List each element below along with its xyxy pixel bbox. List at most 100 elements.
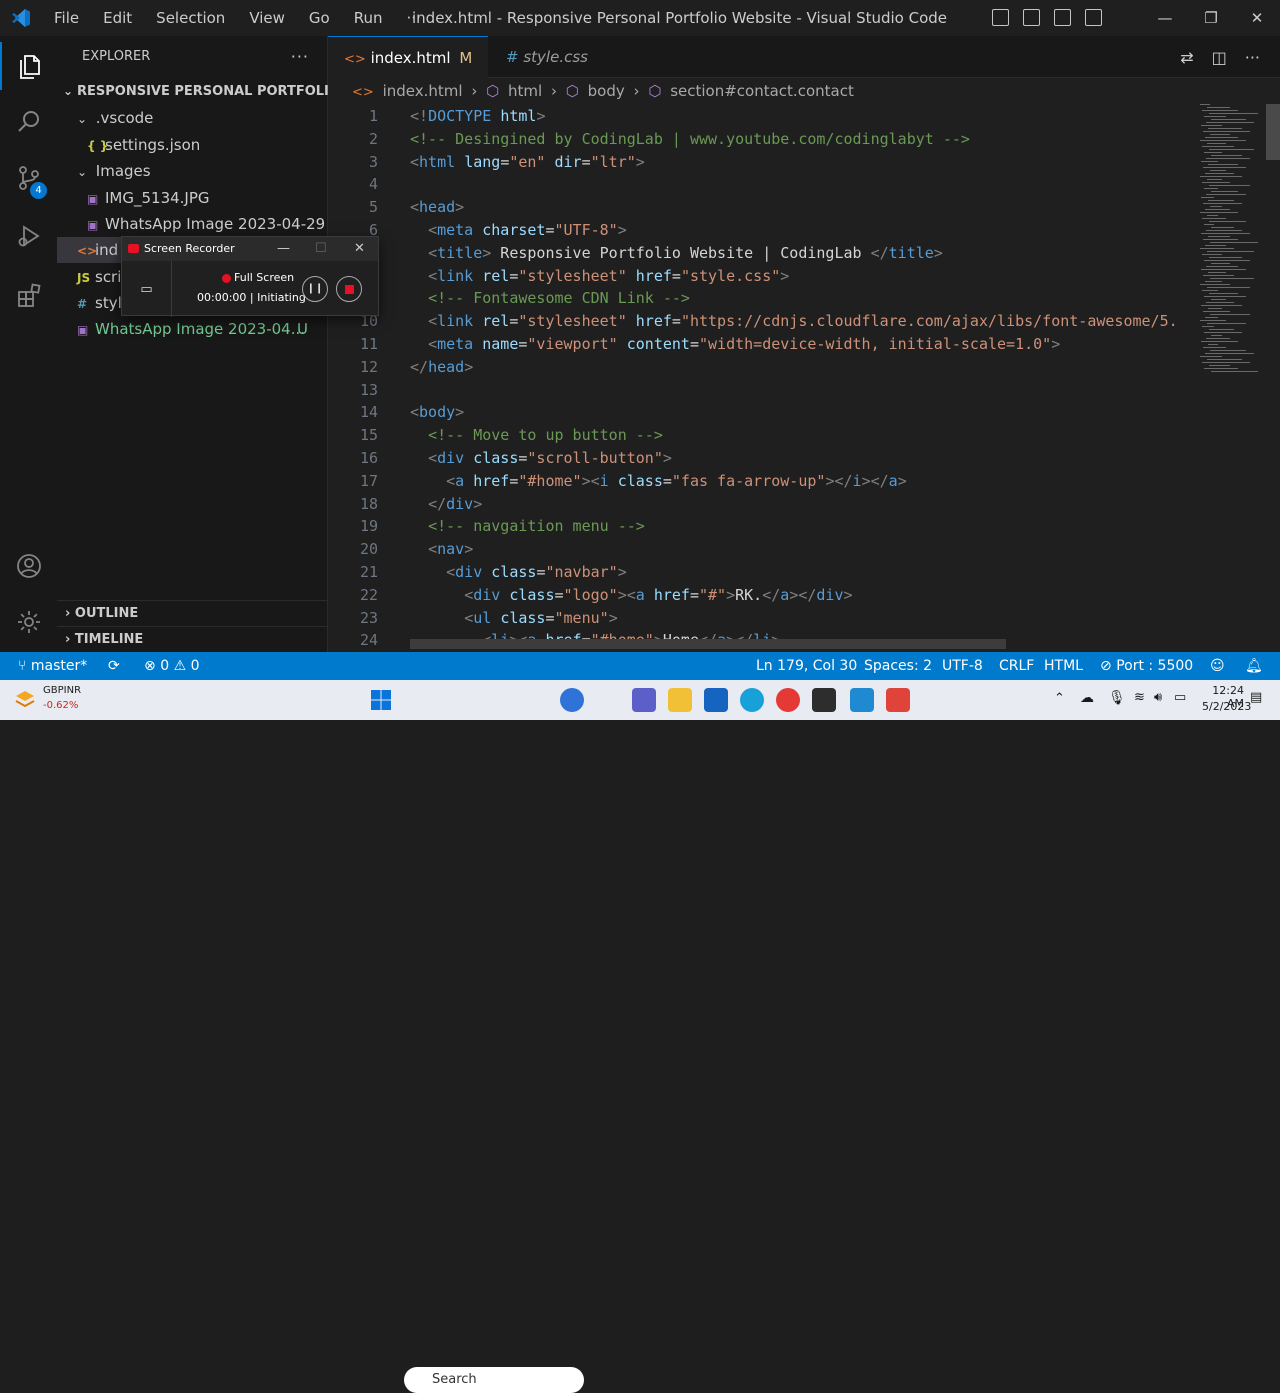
- code-line[interactable]: 5 <head>: [328, 196, 1198, 219]
- code-line[interactable]: 15 <!-- Move to up button -->: [328, 424, 1198, 447]
- pause-button[interactable]: ❙❙: [302, 276, 328, 302]
- customize-layout-icon[interactable]: [1085, 9, 1102, 26]
- stop-button[interactable]: [336, 276, 362, 302]
- editor-more-icon[interactable]: ···: [1245, 48, 1260, 67]
- code-line[interactable]: 4: [328, 173, 1198, 196]
- breadcrumb-body[interactable]: body: [588, 82, 625, 100]
- code-line[interactable]: 22 <div class="logo"><a href="#">RK.</a>…: [328, 584, 1198, 607]
- notification-center-icon[interactable]: ▤: [1250, 690, 1262, 705]
- toggle-primary-sidebar-icon[interactable]: [992, 9, 1009, 26]
- screen-recorder-taskbar-icon[interactable]: [886, 688, 910, 712]
- recorder-close-icon[interactable]: ✕: [354, 237, 365, 261]
- explorer-more-icon[interactable]: ···: [291, 36, 309, 78]
- code-editor[interactable]: 1 <!DOCTYPE html> 2 <!-- Desingined by Codi…: [328, 104, 1280, 652]
- line-ending[interactable]: CRLF: [999, 652, 1034, 680]
- code-line[interactable]: 20 <nav>: [328, 538, 1198, 561]
- manage-gear-icon[interactable]: [0, 598, 57, 646]
- compare-changes-icon[interactable]: ⇄: [1180, 48, 1193, 67]
- toggle-secondary-sidebar-icon[interactable]: [1054, 9, 1071, 26]
- indentation[interactable]: Spaces: 2: [864, 652, 932, 680]
- code-line[interactable]: 19 <!-- navgaition menu -->: [328, 515, 1198, 538]
- recorder-minimize-icon[interactable]: —: [277, 237, 290, 261]
- breadcrumb-section[interactable]: section#contact.contact: [670, 82, 854, 100]
- tree-file-settings-json[interactable]: { }settings.json: [57, 132, 328, 158]
- recording-mode[interactable]: Full Screen: [234, 271, 294, 284]
- sync-icon[interactable]: ⟳: [108, 652, 120, 680]
- code-line[interactable]: 16 <div class="scroll-button">: [328, 447, 1198, 470]
- code-line[interactable]: 1 <!DOCTYPE html>: [328, 105, 1198, 128]
- tree-file-whatsapp-image-1[interactable]: ▣ WhatsApp Image 2023-04-29 ...: [57, 211, 328, 237]
- menu-edit[interactable]: Edit: [91, 0, 144, 36]
- feedback-icon[interactable]: ☺: [1210, 652, 1225, 680]
- search-icon[interactable]: [0, 98, 57, 146]
- bing-icon[interactable]: [560, 688, 584, 712]
- encoding[interactable]: UTF-8: [942, 652, 983, 680]
- wifi-icon[interactable]: ≋: [1134, 690, 1145, 705]
- show-hidden-icons-chevron-icon[interactable]: ⌃: [1054, 691, 1065, 706]
- code-line[interactable]: 17 <a href="#home"><i class="fas fa-arro…: [328, 470, 1198, 493]
- stock-widget-icon[interactable]: [14, 688, 36, 710]
- store-icon[interactable]: [704, 688, 728, 712]
- vscode-logo-icon[interactable]: [0, 0, 42, 36]
- language-mode[interactable]: HTML: [1044, 652, 1083, 680]
- code-line[interactable]: 10 <link rel="stylesheet" href="https://…: [328, 310, 1198, 333]
- split-editor-icon[interactable]: ◫: [1212, 48, 1227, 67]
- source-control-icon[interactable]: 4: [0, 154, 57, 202]
- breadcrumb-file[interactable]: index.html: [383, 82, 463, 100]
- clock-date[interactable]: 5/2/2023: [1202, 700, 1251, 713]
- open-recordings-folder-icon[interactable]: ▭: [122, 261, 172, 317]
- code-line[interactable]: 23 <ul class="menu">: [328, 607, 1198, 630]
- extensions-icon[interactable]: [0, 272, 57, 320]
- minimize-icon[interactable]: —: [1142, 0, 1188, 36]
- stock-ticker[interactable]: GBPINR: [43, 685, 81, 696]
- vscode-taskbar-icon[interactable]: [850, 688, 874, 712]
- tree-file-img-5134[interactable]: ▣ IMG_5134.JPG: [57, 185, 328, 211]
- menu-run[interactable]: Run: [342, 0, 395, 36]
- menu-file[interactable]: File: [42, 0, 91, 36]
- workspace-root-folder[interactable]: ⌄RESPONSIVE PERSONAL PORTFOLIO ...: [57, 78, 328, 104]
- vertical-scrollbar[interactable]: [1266, 104, 1280, 652]
- accounts-icon[interactable]: [0, 542, 57, 590]
- code-line[interactable]: 12 </head>: [328, 356, 1198, 379]
- horizontal-scrollbar[interactable]: [410, 639, 1006, 649]
- code-line[interactable]: 7 <title> Responsive Portfolio Website |…: [328, 242, 1198, 265]
- menu-selection[interactable]: Selection: [144, 0, 237, 36]
- volume-icon[interactable]: 🔊︎: [1154, 690, 1162, 705]
- code-line[interactable]: 18 </div>: [328, 493, 1198, 516]
- tab-style-css[interactable]: # style.css: [490, 36, 630, 78]
- breadcrumb-html[interactable]: html: [508, 82, 542, 100]
- terminal-icon[interactable]: [812, 688, 836, 712]
- close-icon[interactable]: ✕: [1234, 0, 1280, 36]
- teams-chat-icon[interactable]: [632, 688, 656, 712]
- timeline-section[interactable]: › TIMELINE: [57, 626, 328, 652]
- edge-browser-icon[interactable]: [740, 688, 764, 712]
- run-debug-icon[interactable]: [0, 212, 57, 260]
- code-line[interactable]: 9 <!-- Fontawesome CDN Link -->: [328, 287, 1198, 310]
- explorer-icon[interactable]: [0, 42, 57, 90]
- outline-section[interactable]: › OUTLINE: [57, 600, 328, 626]
- tab-index-html[interactable]: <> index.html M ✕: [328, 36, 488, 111]
- branch-indicator[interactable]: ⑂ master*: [18, 652, 87, 680]
- live-server-port[interactable]: ⊘ Port : 5500: [1100, 652, 1193, 680]
- taskbar-search[interactable]: Search: [404, 1367, 584, 1393]
- windows-start-icon[interactable]: [369, 688, 393, 712]
- code-line[interactable]: 8 <link rel="stylesheet" href="style.css…: [328, 265, 1198, 288]
- restore-icon[interactable]: ❐: [1188, 0, 1234, 36]
- battery-icon[interactable]: ▭: [1174, 690, 1186, 705]
- toggle-panel-icon[interactable]: [1023, 9, 1040, 26]
- code-line[interactable]: 13: [328, 379, 1198, 402]
- code-line[interactable]: 3 <html lang="en" dir="ltr">: [328, 151, 1198, 174]
- microphone-icon[interactable]: 🎙︎: [1108, 690, 1126, 706]
- notifications-bell-icon[interactable]: 🔔︎: [1245, 652, 1263, 680]
- code-line[interactable]: 21 <div class="navbar">: [328, 561, 1198, 584]
- menu-go[interactable]: Go: [297, 0, 342, 36]
- code-line[interactable]: 6 <meta charset="UTF-8">: [328, 219, 1198, 242]
- code-line[interactable]: 14 <body>: [328, 401, 1198, 424]
- onedrive-cloud-icon[interactable]: ☁: [1080, 690, 1094, 706]
- problems-indicator[interactable]: ⊗ 0 ⚠ 0: [144, 652, 200, 680]
- tree-file-whatsapp-image-2[interactable]: ▣ WhatsApp Image 2023-04... U: [57, 316, 328, 342]
- menu-view[interactable]: View: [237, 0, 297, 36]
- code-line[interactable]: 2 <!-- Desingined by CodingLab | www.yout…: [328, 128, 1198, 151]
- vertical-scrollbar-thumb[interactable]: [1266, 104, 1280, 160]
- file-explorer-icon[interactable]: [668, 688, 692, 712]
